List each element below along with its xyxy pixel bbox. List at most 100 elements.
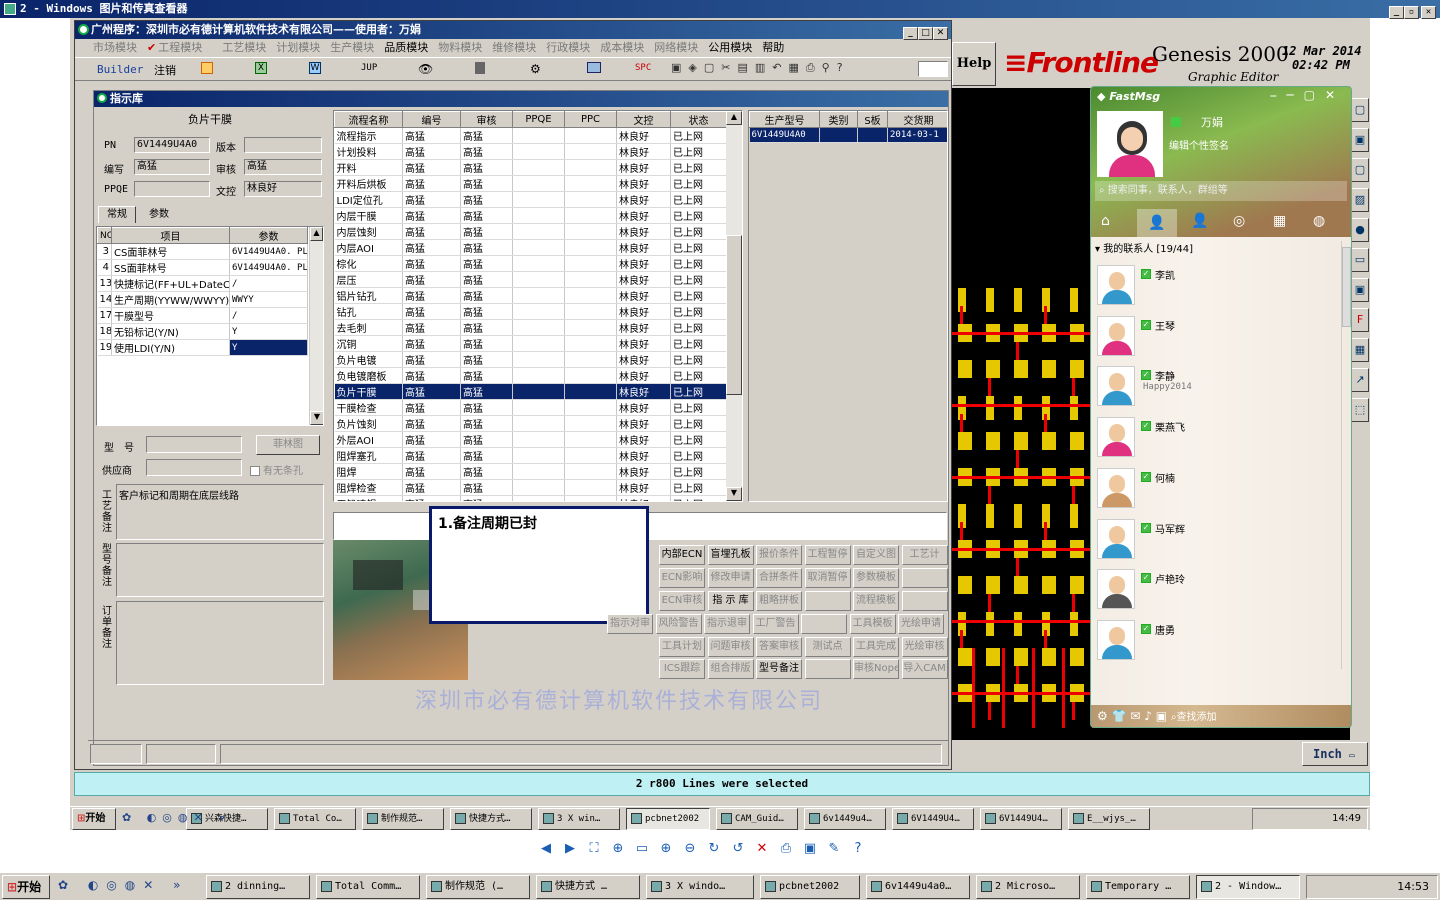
menu-cost[interactable]: 成本模块 xyxy=(600,41,644,54)
flow-col-header[interactable]: 编号 xyxy=(402,111,461,128)
module-button[interactable]: ICS跟踪 xyxy=(659,659,705,679)
module-button[interactable]: 光绘审核 xyxy=(901,637,948,657)
toolbar-input[interactable] xyxy=(918,61,948,77)
outer-task-button[interactable]: Total Comm… xyxy=(316,875,420,899)
monitor-icon[interactable] xyxy=(587,62,601,73)
menu-maintenance[interactable]: 维修模块 xyxy=(492,41,536,54)
flow-row[interactable]: 阻焊塞孔 高猛 高猛 林良好 已上网 xyxy=(334,447,727,464)
flow-row[interactable]: 开料后烘板 高猛 高猛 林良好 已上网 xyxy=(334,175,727,192)
menu-plan[interactable]: 计划模块 xyxy=(276,41,320,54)
message-icon[interactable]: ✉ xyxy=(1130,709,1140,723)
contact-item[interactable]: ✓ 马军辉 xyxy=(1091,517,1339,565)
menu-craft[interactable]: 工艺模块 xyxy=(222,41,266,54)
inner-task-button[interactable]: Total Co… xyxy=(274,808,356,830)
flow-col-header[interactable]: 状态 xyxy=(670,111,727,128)
flow-row[interactable]: 干膜检查 高猛 高猛 林良好 已上网 xyxy=(334,399,727,416)
module-button[interactable]: 合拼条件 xyxy=(756,568,802,588)
self-status-icon[interactable] xyxy=(1171,117,1181,127)
genesis-tool-icon[interactable]: ▦ xyxy=(1351,338,1369,362)
param-row[interactable]: 4 SS面菲林号 6V1449U4A0. PL xyxy=(97,259,308,276)
module-button[interactable]: 测试点 xyxy=(804,637,851,657)
inner-task-button[interactable]: 6v1449u4… xyxy=(804,808,886,830)
flow-row[interactable]: 钻孔 高猛 高猛 林良好 已上网 xyxy=(334,303,727,320)
genesis-tool-icon[interactable]: ● xyxy=(1351,218,1369,242)
menu-network[interactable]: 网络模块 xyxy=(654,41,698,54)
menu-production[interactable]: 生产模块 xyxy=(330,41,374,54)
film-drawing-button[interactable]: 菲林图 xyxy=(256,435,320,455)
contact-item[interactable]: ✓ 何楠 xyxy=(1091,466,1339,514)
outer-task-button[interactable]: Temporary … xyxy=(1086,875,1190,899)
module-button[interactable]: 报价条件 xyxy=(756,545,802,565)
module-button[interactable]: 型号备注 xyxy=(756,659,802,679)
outer-task-button[interactable]: 2 - Window… xyxy=(1196,875,1300,899)
inner-task-button[interactable]: 6V1449U4… xyxy=(980,808,1062,830)
flow-row[interactable]: 棕化 高猛 高猛 林良好 已上网 xyxy=(334,255,727,272)
menu-market[interactable]: 市场模块 xyxy=(93,41,137,54)
flow-scroll-thumb[interactable] xyxy=(726,235,742,395)
param-scrollbar[interactable]: ▲ ▼ xyxy=(309,227,323,425)
edit-icon[interactable]: ✎ xyxy=(825,841,843,857)
module-button[interactable]: 指 示 库 xyxy=(707,591,754,611)
inner-start-button[interactable]: ⊞开始 xyxy=(72,808,116,830)
order-note-field[interactable] xyxy=(116,601,324,685)
genesis-tool-icon[interactable]: ⬚ xyxy=(1351,398,1369,422)
prev-icon[interactable]: ◀ xyxy=(537,841,555,857)
pn-field[interactable]: 6V1449U4A0 xyxy=(134,137,210,153)
module-button[interactable]: 自定义图 xyxy=(853,545,899,565)
module-button[interactable]: 指示退审 xyxy=(704,614,750,634)
find-add-button[interactable]: ⌕查找添加 xyxy=(1171,712,1217,723)
excel-icon[interactable]: X xyxy=(255,62,267,74)
module-button[interactable]: 粗略拼板 xyxy=(756,591,802,611)
actual-size-icon[interactable]: ⊕ xyxy=(609,841,627,857)
model-col-header[interactable]: S板 xyxy=(857,111,888,128)
param-col-item[interactable]: 项目 xyxy=(111,227,230,244)
genesis-tool-icon[interactable]: F xyxy=(1351,308,1369,332)
model-row[interactable]: 6V1449U4A0 2014-03-1 xyxy=(749,127,947,144)
flow-col-header[interactable]: PPQE xyxy=(512,111,565,128)
delete-icon[interactable]: ✕ xyxy=(753,841,771,857)
close-button[interactable]: ✕ xyxy=(1421,6,1436,19)
module-button[interactable] xyxy=(804,591,851,611)
genesis-tool-icon[interactable]: ▣ xyxy=(1351,128,1369,152)
module-button[interactable]: 内部ECN xyxy=(659,545,705,565)
ppqe-field[interactable] xyxy=(134,181,210,197)
fastmsg-maximize-button[interactable]: ▢ xyxy=(1304,88,1325,102)
groups-tab-icon[interactable]: 👤 xyxy=(1191,213,1208,229)
inner-task-button[interactable]: pcbnet2002 xyxy=(626,808,710,830)
menu-quality[interactable]: 品质模块 xyxy=(384,41,428,54)
flow-row[interactable]: 负片电镀 高猛 高猛 林良好 已上网 xyxy=(334,351,727,368)
module-button[interactable]: 问题审核 xyxy=(707,637,754,657)
org-tab-icon[interactable]: ◎ xyxy=(1233,213,1245,229)
inner-task-button[interactable]: 快捷方式… xyxy=(450,808,532,830)
jup-button[interactable]: JUP xyxy=(361,63,377,73)
inner-task-button[interactable]: 6V1449U4… xyxy=(892,808,974,830)
outer-task-button[interactable]: 6v1449u4a0… xyxy=(866,875,970,899)
flow-row[interactable]: 负片蚀刻 高猛 高猛 林良好 已上网 xyxy=(334,415,727,432)
shirt-icon[interactable]: 👕 xyxy=(1112,709,1127,723)
volume-icon[interactable]: ♪ xyxy=(1144,709,1152,723)
flow-row[interactable]: 内层蚀刻 高猛 高猛 林良好 已上网 xyxy=(334,223,727,240)
logout-button[interactable]: 注销 xyxy=(154,62,176,78)
flow-row[interactable]: 负电镀磨板 高猛 高猛 林良好 已上网 xyxy=(334,367,727,384)
flow-row[interactable]: 去毛刺 高猛 高猛 林良好 已上网 xyxy=(334,319,727,336)
param-value[interactable]: WWYY xyxy=(229,291,308,308)
module-button[interactable]: 工厂警告 xyxy=(752,614,799,634)
inner-task-button[interactable]: 制作规范… xyxy=(362,808,444,830)
module-button[interactable]: 风险警告 xyxy=(655,614,702,634)
tab-general[interactable]: 常规 xyxy=(98,206,136,223)
module-button[interactable]: 指示对审 xyxy=(607,614,653,634)
module-button[interactable]: 工艺计 xyxy=(901,545,948,565)
flow-row[interactable]: 铝片钻孔 高猛 高猛 林良好 已上网 xyxy=(334,287,727,304)
param-row[interactable]: 18 无铅标记(Y/N) Y xyxy=(97,323,308,340)
menu-help[interactable]: 帮助 xyxy=(762,41,784,54)
flow-row[interactable]: 开料 高猛 高猛 林良好 已上网 xyxy=(334,159,727,176)
author-field[interactable]: 高猛 xyxy=(134,159,210,175)
module-button[interactable]: 工具完成 xyxy=(853,637,899,657)
zoom-in-icon[interactable]: ⊕ xyxy=(657,841,675,857)
flow-row[interactable]: 外层AOI 高猛 高猛 林良好 已上网 xyxy=(334,431,727,448)
menu-common[interactable]: 公用模块 xyxy=(708,41,752,54)
app-minimize-button[interactable]: _ xyxy=(903,27,918,40)
param-row[interactable]: 14 生产周期(YYWW/WWYY) WWYY xyxy=(97,291,308,308)
fastmsg-search[interactable]: ⌕ 搜索同事，联系人，群组等 xyxy=(1095,181,1347,201)
outer-task-button[interactable]: 2 dinning… xyxy=(206,875,310,899)
